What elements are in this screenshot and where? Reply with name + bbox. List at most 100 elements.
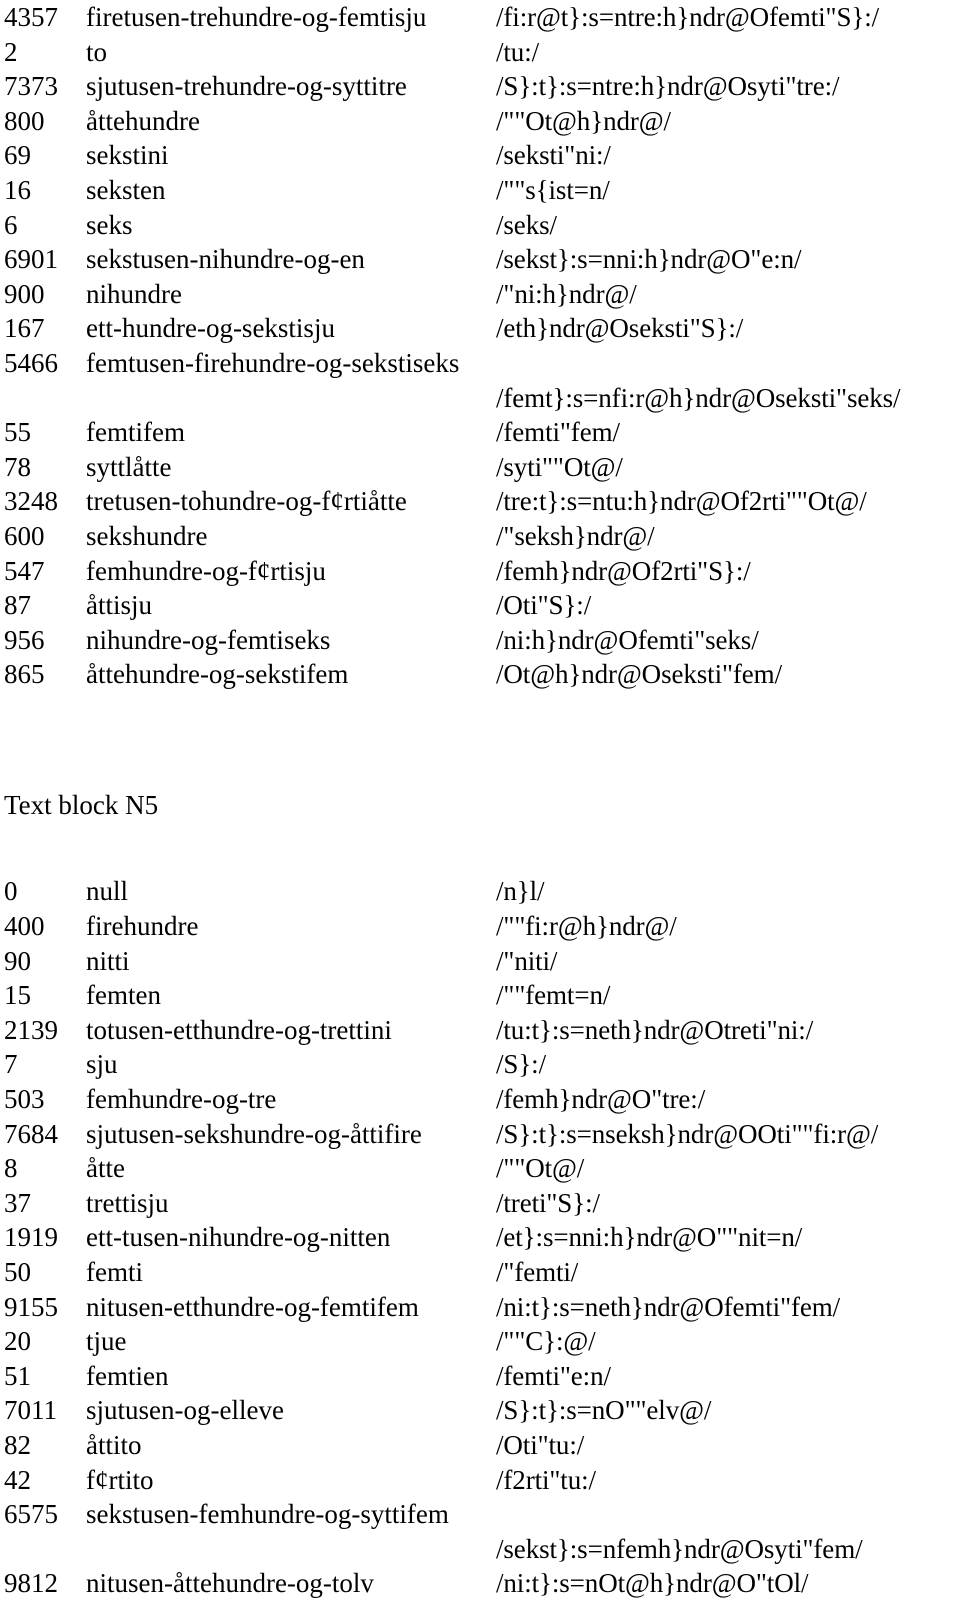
- cell-phonetic: /""C}:@/: [496, 1326, 596, 1357]
- lexicon-content: 4357 firetusen-trehundre-og-femtisju/fi:r…: [0, 0, 960, 1601]
- section-heading: Text block N5: [4, 789, 159, 820]
- cell-word: nihundre: [86, 278, 182, 309]
- table-row: 6 seks/seks/: [0, 208, 960, 243]
- cell-phonetic: /seksti"ni:/: [496, 140, 611, 171]
- table-row: 547 femhundre-og-f¢rtisju/femh}ndr@Of2rti…: [0, 554, 960, 589]
- table-row: 6901 sekstusen-nihundre-og-en/sekst}:s=nn…: [0, 242, 960, 277]
- heading-spacer: [0, 822, 960, 874]
- cell-number: 69: [4, 140, 31, 171]
- table-row: 42 f¢rtito/f2rti"tu:/: [0, 1463, 960, 1498]
- cell-word: femhundre-og-f¢rtisju: [86, 555, 326, 586]
- cell-word: f¢rtito: [86, 1464, 154, 1495]
- cell-number: 78: [4, 451, 31, 482]
- cell-word: nitti: [86, 945, 130, 976]
- cell-word: nitusen-etthundre-og-femtifem: [86, 1291, 419, 1322]
- cell-phonetic: /femti"e:n/: [496, 1360, 611, 1391]
- cell-phonetic: /syti""Ot@/: [496, 451, 623, 482]
- cell-number: 956: [4, 624, 45, 655]
- table-row: 3248 tretusen-tohundre-og-f¢rtiåtte/tre:t…: [0, 484, 960, 519]
- cell-number: 6: [4, 209, 18, 240]
- cell-phonetic: /femt}:s=nfi:r@h}ndr@Oseksti"seks/: [496, 382, 901, 413]
- cell-phonetic: /sekst}:s=nni:h}ndr@O"e:n/: [496, 244, 802, 275]
- table-row: 4357 firetusen-trehundre-og-femtisju/fi:r…: [0, 0, 960, 35]
- table-row: 2 to/tu:/: [0, 35, 960, 70]
- cell-empty: [0, 381, 86, 416]
- cell-word: åttehundre-og-sekstifem: [86, 659, 349, 690]
- cell-number: 87: [4, 590, 31, 621]
- cell-phonetic: /"niti/: [496, 945, 558, 976]
- table-row: 82 åttito/Oti"tu:/: [0, 1428, 960, 1463]
- table-row-continuation: /sekst}:s=nfemh}ndr@Osyti"fem/: [0, 1532, 960, 1567]
- cell-number: 9155: [4, 1291, 58, 1322]
- cell-phonetic: /ni:t}:s=nOt@h}ndr@O"tOl/: [496, 1568, 809, 1599]
- cell-number: 51: [4, 1360, 31, 1391]
- cell-word: firehundre: [86, 911, 199, 942]
- table-row: 37 trettisju/treti"S}:/: [0, 1186, 960, 1221]
- cell-word: totusen-etthundre-og-trettini: [86, 1014, 392, 1045]
- cell-word: sjutusen-sekshundre-og-åttifire: [86, 1118, 422, 1149]
- cell-phonetic: /S}:t}:s=nO""elv@/: [496, 1395, 712, 1426]
- table-row: 50 femti /"femti/: [0, 1255, 960, 1290]
- table-row: 51 femtien/femti"e:n/: [0, 1359, 960, 1394]
- cell-word: ett-tusen-nihundre-og-nitten: [86, 1222, 391, 1253]
- cell-word: seks: [86, 209, 133, 240]
- table-row: 90 nitti /"niti/: [0, 944, 960, 979]
- table-row: 503 femhundre-og-tre/femh}ndr@O"tre:/: [0, 1082, 960, 1117]
- cell-phonetic: /femh}ndr@O"tre:/: [496, 1084, 706, 1115]
- table-row: 5466 femtusen-firehundre-og-sekstiseks: [0, 346, 960, 381]
- table-row: 1919 ett-tusen-nihundre-og-nitten/et}:s=n…: [0, 1220, 960, 1255]
- table-row-continuation: /femt}:s=nfi:r@h}ndr@Oseksti"seks/: [0, 381, 960, 416]
- cell-phonetic: /femh}ndr@Of2rti"S}:/: [496, 555, 751, 586]
- cell-phonetic: /S}:t}:s=ntre:h}ndr@Osyti"tre:/: [496, 71, 840, 102]
- cell-phonetic: /n}l/: [496, 876, 545, 907]
- cell-number: 7011: [4, 1395, 57, 1426]
- cell-phonetic: /fi:r@t}:s=ntre:h}ndr@Ofemti"S}:/: [496, 2, 880, 32]
- cell-number: 800: [4, 105, 45, 136]
- table-row: 0 null/n}l/: [0, 874, 960, 909]
- cell-phonetic: /Oti"tu:/: [496, 1429, 585, 1460]
- cell-number: 50: [4, 1257, 31, 1287]
- cell-phonetic: /seks/: [496, 209, 557, 240]
- cell-phonetic: /femti"fem/: [496, 417, 620, 448]
- cell-number: 7373: [4, 71, 58, 102]
- table-row: 9155 nitusen-etthundre-og-femtifem/ni:t}:…: [0, 1290, 960, 1325]
- cell-word: firetusen-trehundre-og-femtisju: [86, 2, 427, 32]
- cell-word: nihundre-og-femtiseks: [86, 624, 331, 655]
- cell-number: 503: [4, 1084, 45, 1115]
- table-row: 2139 totusen-etthundre-og-trettini/tu:t}:…: [0, 1013, 960, 1048]
- cell-number: 5466: [4, 347, 58, 378]
- cell-number: 2139: [4, 1014, 58, 1045]
- cell-phonetic: /ni:t}:s=neth}ndr@Ofemti"fem/: [496, 1291, 841, 1322]
- cell-phonetic: /Ot@h}ndr@Oseksti"fem/: [496, 659, 782, 690]
- cell-phonetic: /"ni:h}ndr@/: [496, 278, 637, 309]
- cell-number: 9812: [4, 1568, 58, 1599]
- cell-number: 167: [4, 313, 45, 344]
- cell-phonetic: /S}:t}:s=nseksh}ndr@OOti""fi:r@/: [496, 1118, 879, 1149]
- cell-phonetic: /sekst}:s=nfemh}ndr@Osyti"fem/: [496, 1533, 863, 1564]
- cell-word: nitusen-åttehundre-og-tolv: [86, 1568, 374, 1599]
- cell-empty: [0, 1532, 86, 1567]
- cell-phonetic: /""Ot@/: [496, 1153, 585, 1184]
- cell-word: femten: [86, 980, 161, 1011]
- table-row: 167 ett-hundre-og-sekstisju/eth}ndr@Oseks…: [0, 311, 960, 346]
- cell-word: åttisju: [86, 590, 152, 621]
- lexicon-table: 0 null/n}l/400 firehundre/""fi:r@h}ndr@/90…: [0, 874, 960, 1600]
- table-row: 87 åttisju/Oti"S}:/: [0, 588, 960, 623]
- cell-phonetic: /S}:/: [496, 1049, 546, 1080]
- cell-number: 42: [4, 1464, 31, 1495]
- cell-number: 865: [4, 659, 45, 690]
- cell-word: sjutusen-og-elleve: [86, 1395, 284, 1426]
- table-row: 7684 sjutusen-sekshundre-og-åttifire/S}:t…: [0, 1117, 960, 1152]
- table-row: 20 tjue /""C}:@/: [0, 1324, 960, 1359]
- table-row: 600 sekshundre /"seksh}ndr@/: [0, 519, 960, 554]
- cell-number: 20: [4, 1326, 31, 1357]
- cell-word: syttlåtte: [86, 451, 172, 482]
- table-row: 78 syttlåtte/syti""Ot@/: [0, 450, 960, 485]
- cell-number: 2: [4, 36, 18, 67]
- cell-number: 8: [4, 1153, 18, 1184]
- table-row: 7011 sjutusen-og-elleve/S}:t}:s=nO""elv@/: [0, 1393, 960, 1428]
- cell-phonetic: /ni:h}ndr@Ofemti"seks/: [496, 624, 759, 655]
- cell-word: åttehundre: [86, 105, 200, 136]
- table-row: 800 åttehundre /""Ot@h}ndr@/: [0, 104, 960, 139]
